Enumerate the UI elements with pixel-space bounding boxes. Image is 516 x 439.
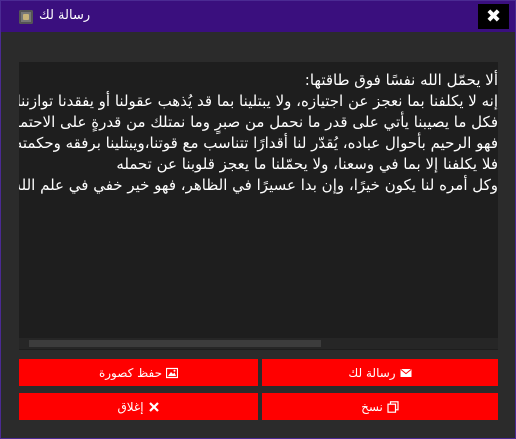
- close-button[interactable]: إغلاق: [19, 393, 258, 420]
- save-image-label: حفظ كصورة: [98, 365, 163, 380]
- message-text: ألا يحمّل الله نفسًا فوق طاقتها: إنه لا …: [19, 70, 498, 196]
- message-line: ألا يحمّل الله نفسًا فوق طاقتها:: [304, 71, 498, 89]
- message-line: وكل أمره لنا يكون خيرًا، وإن بدا عسيرًا …: [19, 176, 498, 194]
- title-bar: رسالة لك ✖: [1, 1, 515, 32]
- window-close-button[interactable]: ✖: [478, 4, 509, 29]
- image-icon: [166, 367, 179, 379]
- app-icon: [19, 10, 33, 24]
- x-icon: [148, 401, 160, 413]
- send-message-label: رسالة لك: [348, 365, 396, 380]
- copy-button[interactable]: نسخ: [262, 393, 498, 420]
- message-line: فلا يكلفنا إلا بما في وسعنا، ولا يحمّلنا…: [116, 155, 498, 173]
- scrollbar-thumb[interactable]: [29, 340, 321, 347]
- send-message-button[interactable]: رسالة لك: [262, 359, 498, 386]
- message-line: فهو الرحيم بأحوال عباده، يُقدّر لنا أقدا…: [19, 134, 498, 152]
- window-title: رسالة لك: [39, 8, 91, 23]
- horizontal-scrollbar[interactable]: [19, 338, 498, 349]
- save-image-button[interactable]: حفظ كصورة: [19, 359, 258, 386]
- copy-label: نسخ: [361, 399, 383, 414]
- dialog-window: رسالة لك ✖ ألا يحمّل الله نفسًا فوق طاقت…: [0, 0, 516, 439]
- close-label: إغلاق: [117, 399, 144, 414]
- message-panel[interactable]: ألا يحمّل الله نفسًا فوق طاقتها: إنه لا …: [19, 62, 498, 350]
- copy-icon: [387, 400, 399, 413]
- envelope-icon: [400, 367, 412, 379]
- message-line: فكل ما يصيبنا يأتي على قدر ما نحمل من صب…: [19, 113, 498, 131]
- message-line: إنه لا يكلفنا بما نعجز عن اجتيازه، ولا ي…: [19, 92, 498, 110]
